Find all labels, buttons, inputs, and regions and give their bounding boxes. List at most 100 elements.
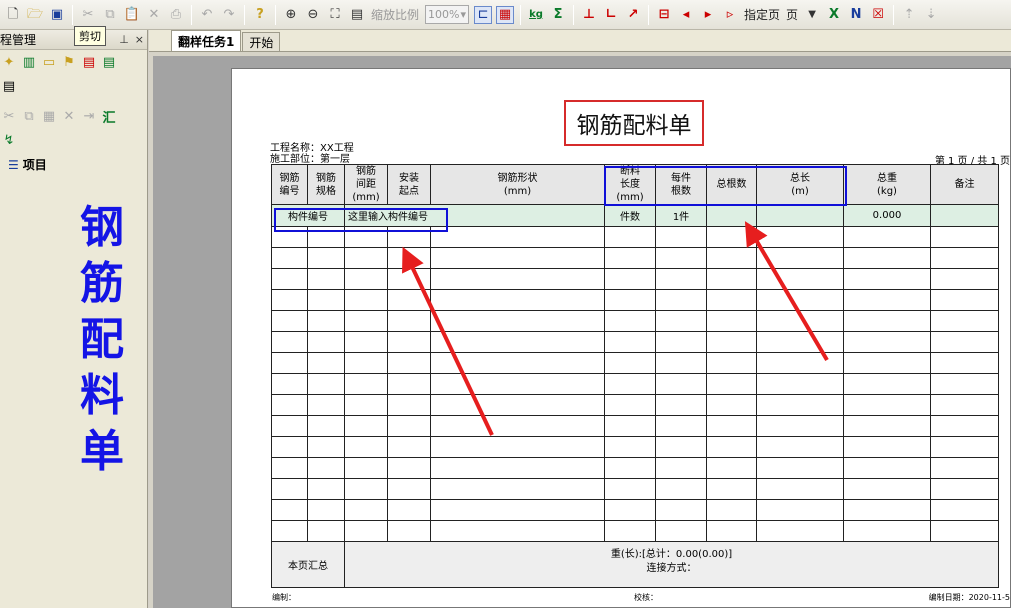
table-cell[interactable] (271, 226, 308, 248)
table-cell[interactable] (307, 373, 345, 395)
table-cell[interactable] (271, 457, 308, 479)
table-cell[interactable] (604, 457, 656, 479)
close-panel-icon[interactable]: × (135, 33, 144, 46)
table-cell[interactable] (843, 289, 931, 311)
first-page-icon[interactable]: ⊟ (655, 6, 673, 24)
table-cell[interactable] (271, 478, 308, 500)
table-cell[interactable] (271, 394, 308, 416)
table-cell[interactable] (930, 310, 999, 332)
table-cell[interactable] (930, 436, 999, 458)
table-cell[interactable] (843, 331, 931, 353)
table-cell[interactable] (430, 226, 605, 248)
table-cell[interactable] (706, 268, 757, 290)
table-cell[interactable] (307, 394, 345, 416)
copy-small-icon[interactable]: ⧉ (22, 109, 36, 124)
table-cell[interactable] (756, 436, 844, 458)
table-cell[interactable] (843, 226, 931, 248)
total-count-cell[interactable] (706, 204, 757, 227)
weight-icon[interactable]: kg (527, 6, 545, 24)
tab-task[interactable]: 翻样任务1 (171, 30, 242, 51)
table-cell[interactable] (307, 268, 345, 290)
arrow-icon[interactable]: ↯ (2, 133, 16, 148)
help-icon[interactable]: ? (251, 6, 269, 24)
table-cell[interactable] (387, 457, 431, 479)
export-icon[interactable]: ↗ (624, 6, 642, 24)
table-cell[interactable] (271, 289, 308, 311)
tree-item-project[interactable]: ☰ 项目 (0, 152, 147, 177)
table-cell[interactable] (655, 436, 707, 458)
table-cell[interactable] (756, 457, 844, 479)
table-cell[interactable] (756, 394, 844, 416)
table-cell[interactable] (655, 289, 707, 311)
total-length-cell[interactable] (756, 204, 844, 227)
table-cell[interactable] (387, 268, 431, 290)
table-cell[interactable] (706, 457, 757, 479)
table-cell[interactable] (271, 268, 308, 290)
table-cell[interactable] (930, 226, 999, 248)
table-cell[interactable] (430, 331, 605, 353)
table-cell[interactable] (387, 226, 431, 248)
flag-icon[interactable]: ⚑ (62, 55, 76, 70)
table-cell[interactable] (430, 520, 605, 542)
table-cell[interactable] (930, 331, 999, 353)
table-cell[interactable] (344, 331, 388, 353)
table-cell[interactable] (655, 226, 707, 248)
table-cell[interactable] (430, 415, 605, 437)
table-cell[interactable] (655, 478, 707, 500)
copy-icon[interactable]: ⧉ (101, 6, 119, 24)
structure-icon[interactable]: ▥ (22, 55, 36, 70)
table-cell[interactable] (430, 352, 605, 374)
summary-icon[interactable]: Σ (549, 6, 567, 24)
new-icon[interactable]: 🗋 (4, 6, 22, 24)
chart2-icon[interactable]: ∟ (602, 6, 620, 24)
redo-icon[interactable]: ↷ (220, 6, 238, 24)
table-cell[interactable] (387, 415, 431, 437)
table-cell[interactable] (430, 289, 605, 311)
table-cell[interactable] (930, 352, 999, 374)
tree-icon[interactable]: ⊏ (474, 5, 493, 24)
tab-start[interactable]: 开始 (242, 32, 281, 51)
table-cell[interactable] (307, 457, 345, 479)
table-cell[interactable] (756, 352, 844, 374)
table-cell[interactable] (430, 310, 605, 332)
report-canvas[interactable]: 钢筋配料单 工程名称：XX工程 施工部位：第一层 第 1 页 / 共 1 页 钢… (153, 56, 1011, 608)
table-cell[interactable] (604, 352, 656, 374)
table-cell[interactable] (706, 415, 757, 437)
table-cell[interactable] (706, 478, 757, 500)
table-cell[interactable] (604, 478, 656, 500)
table-cell[interactable] (430, 436, 605, 458)
delete-small-icon[interactable]: ✕ (62, 109, 76, 124)
table-cell[interactable] (655, 499, 707, 521)
table-cell[interactable] (843, 268, 931, 290)
table-cell[interactable] (655, 457, 707, 479)
prev-page-icon[interactable]: ◂ (677, 6, 695, 24)
up-icon[interactable]: ⇡ (900, 6, 918, 24)
table-cell[interactable] (387, 247, 431, 269)
sum-icon[interactable]: 汇 (102, 107, 116, 126)
table-cell[interactable] (271, 247, 308, 269)
paste-small-icon[interactable]: ▦ (42, 109, 56, 124)
table-cell[interactable] (756, 247, 844, 269)
save-icon[interactable]: ▣ (48, 6, 66, 24)
table-cell[interactable] (604, 436, 656, 458)
table-cell[interactable] (655, 310, 707, 332)
table-cell[interactable] (430, 478, 605, 500)
table-cell[interactable] (706, 436, 757, 458)
table-cell[interactable] (271, 436, 308, 458)
table-cell[interactable] (930, 373, 999, 395)
table-cell[interactable] (307, 478, 345, 500)
table-cell[interactable] (271, 520, 308, 542)
table-cell[interactable] (756, 289, 844, 311)
pieces-cell[interactable]: 1件 (655, 204, 707, 227)
fit-icon[interactable]: ⛶ (326, 6, 344, 24)
folder-icon[interactable]: ▭ (42, 55, 56, 70)
table-cell[interactable] (756, 268, 844, 290)
table-cell[interactable] (756, 520, 844, 542)
table-cell[interactable] (756, 415, 844, 437)
table-cell[interactable] (655, 352, 707, 374)
table-cell[interactable] (387, 436, 431, 458)
table-cell[interactable] (344, 457, 388, 479)
table-cell[interactable] (756, 478, 844, 500)
table-cell[interactable] (344, 289, 388, 311)
table-cell[interactable] (387, 520, 431, 542)
